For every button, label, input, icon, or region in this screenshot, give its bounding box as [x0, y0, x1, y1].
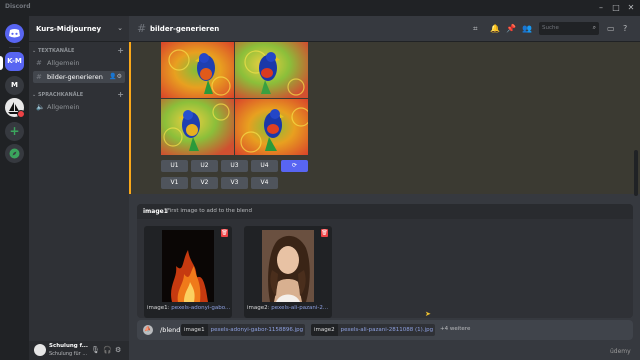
voice-channel-allgemein[interactable]: 🔈 Allgemein: [33, 101, 125, 113]
threads-icon[interactable]: ⌗: [473, 24, 478, 34]
watermark: üdemy: [610, 348, 631, 355]
chevron-down-icon: ⌄: [117, 24, 123, 32]
param-image1[interactable]: image1 pexels-adonyi-gabor-1158896.jpg: [181, 324, 305, 336]
headphones-icon[interactable]: 🎧: [103, 346, 112, 354]
server-name: Kurs-Midjourney: [36, 25, 102, 33]
server-header[interactable]: Kurs-Midjourney ⌄: [29, 16, 129, 42]
microphone-icon[interactable]: 🎙: [91, 346, 100, 354]
server-rail: K-M M +: [0, 16, 29, 360]
discord-home-button[interactable]: [5, 24, 24, 43]
variation-button-v2[interactable]: V2: [191, 177, 218, 189]
variation-button-v1[interactable]: V1: [161, 177, 188, 189]
add-channel-icon[interactable]: +: [117, 90, 124, 99]
channel-bilder-generieren[interactable]: # bilder-generieren 👤⚙: [33, 71, 125, 83]
param-image2[interactable]: image2 pexels-ali-pazani-2811088 (1).jpg: [311, 324, 435, 336]
user-status: Schulung für ...: [49, 351, 88, 357]
channel-title: bilder-generieren: [150, 25, 220, 33]
category-label: SPRACHKANÄLE: [37, 92, 84, 98]
rail-separator: [9, 47, 20, 48]
command-options-panel: image1 First image to add to the blend 🗑…: [137, 204, 633, 318]
close-icon[interactable]: ✕: [625, 2, 637, 14]
discord-logo-icon: [9, 29, 20, 38]
gear-icon[interactable]: ⚙: [115, 346, 121, 354]
attachment-filename: image1: pexels-adonyi-gabo...: [147, 305, 231, 311]
more-options-label[interactable]: +4 weitere: [440, 326, 470, 332]
server-initials: K-M: [7, 57, 22, 65]
avatar[interactable]: [34, 344, 46, 356]
compass-icon: [9, 148, 20, 159]
portrait-image-thumbnail: [262, 230, 314, 302]
minimize-icon[interactable]: –: [595, 2, 607, 14]
inbox-icon[interactable]: ▭: [607, 24, 615, 33]
members-icon[interactable]: 👥: [522, 24, 532, 33]
active-server-indicator: [0, 56, 3, 70]
channel-label: Allgemein: [47, 59, 80, 67]
notification-badge: [17, 110, 25, 118]
channel-sidebar: Kurs-Midjourney ⌄ ⌄ TEXTKANÄLE + # Allge…: [29, 16, 129, 360]
upscale-button-u2[interactable]: U2: [191, 160, 218, 172]
server-initials: M: [11, 81, 18, 89]
user-name: Schulung f...: [49, 343, 88, 349]
explore-servers-button[interactable]: [5, 144, 24, 163]
param-key: image2: [311, 324, 338, 336]
channel-label: bilder-generieren: [47, 73, 103, 81]
midjourney-bot-icon: ⛵: [143, 325, 153, 335]
search-placeholder: Suche: [542, 25, 559, 31]
option-name: image1: [143, 208, 168, 215]
channel-header: # bilder-generieren ⌗ 🔔 📌 👥 Suche ⌕ ▭ ?: [129, 16, 640, 42]
upscale-button-u4[interactable]: U4: [251, 160, 278, 172]
invite-settings-icons[interactable]: 👤⚙: [109, 73, 122, 80]
hash-icon: #: [137, 22, 147, 35]
reroll-button[interactable]: ⟳: [281, 160, 308, 172]
param-value: pexels-adonyi-gabor-1158896.jpg: [210, 327, 304, 333]
option-header: image1 First image to add to the blend: [137, 204, 633, 219]
user-panel: Schulung f... Schulung für ... 🎙 🎧 ⚙: [29, 341, 129, 360]
upscale-button-u1[interactable]: U1: [161, 160, 188, 172]
mouse-cursor-icon: ➤: [425, 310, 431, 318]
category-label: TEXTKANÄLE: [37, 48, 75, 54]
fire-image-thumbnail: [162, 230, 214, 302]
search-input[interactable]: Suche ⌕: [539, 22, 599, 35]
trash-icon[interactable]: 🗑: [321, 229, 328, 237]
message-list: U1 U2 U3 U4 ⟳ V1 V2 V3 V4: [129, 42, 640, 194]
generated-image-grid[interactable]: [161, 42, 308, 155]
maximize-icon[interactable]: □: [610, 2, 622, 14]
add-channel-icon[interactable]: +: [117, 46, 124, 55]
speaker-icon: 🔈: [36, 103, 45, 111]
variation-button-v4[interactable]: V4: [251, 177, 278, 189]
option-description: First image to add to the blend: [167, 208, 252, 214]
title-bar: Discord – □ ✕: [0, 0, 640, 16]
attachment-card-1[interactable]: 🗑 image1: pexels-adonyi-gabo...: [144, 226, 232, 318]
attachment-filename: image2: pexels-ali-pazani-2...: [247, 305, 329, 311]
attachment-card-2[interactable]: 🗑 image2: pexels-ali-pazani-2...: [244, 226, 332, 318]
add-server-button[interactable]: +: [5, 122, 24, 141]
server-m[interactable]: M: [5, 76, 24, 95]
bell-icon[interactable]: 🔔: [490, 24, 500, 33]
channel-allgemein[interactable]: # Allgemein: [33, 57, 125, 69]
discord-window: Discord – □ ✕ K-M M + Kurs-Midjourney ⌄ …: [0, 0, 640, 360]
slash-command: /blend: [160, 326, 181, 334]
pin-icon[interactable]: 📌: [506, 24, 516, 33]
hash-icon: #: [36, 73, 42, 81]
scrollbar[interactable]: [634, 150, 638, 196]
trash-icon[interactable]: 🗑: [221, 229, 228, 237]
refresh-icon: ⟳: [291, 162, 298, 169]
upscale-button-u3[interactable]: U3: [221, 160, 248, 172]
param-key: image1: [181, 324, 208, 336]
search-icon: ⌕: [592, 24, 596, 31]
command-input[interactable]: ⛵ /blend image1 pexels-adonyi-gabor-11588…: [137, 320, 633, 340]
channel-label: Allgemein: [47, 103, 80, 111]
plus-icon: +: [9, 124, 20, 138]
help-icon[interactable]: ?: [623, 24, 627, 33]
app-title: Discord: [5, 3, 31, 10]
server-kurs-midjourney[interactable]: K-M: [5, 52, 24, 71]
hash-icon: #: [36, 59, 42, 67]
variation-button-v3[interactable]: V3: [221, 177, 248, 189]
param-value: pexels-ali-pazani-2811088 (1).jpg: [340, 327, 434, 333]
